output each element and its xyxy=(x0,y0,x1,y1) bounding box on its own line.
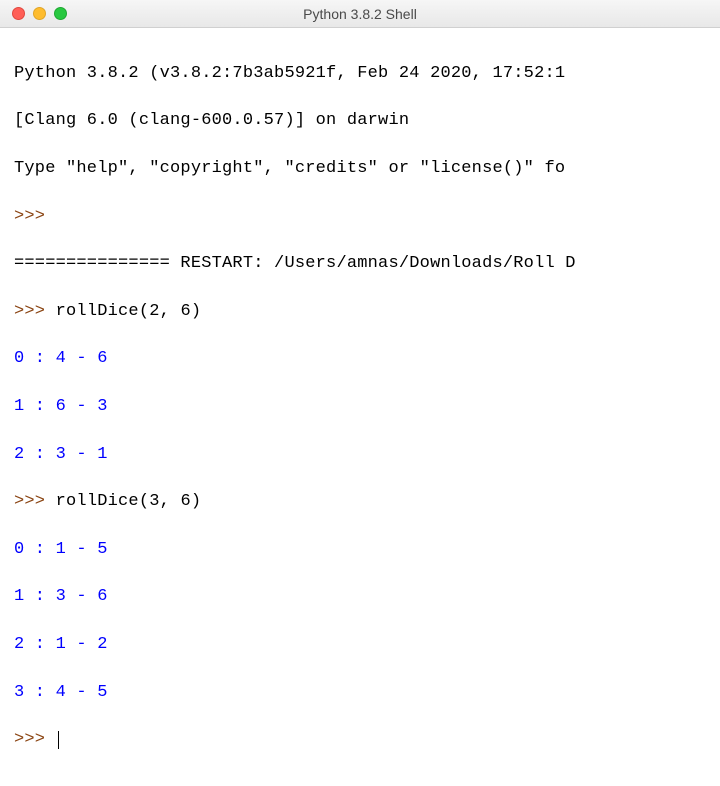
prompt: >>> xyxy=(14,207,45,226)
output-line: 1 : 6 - 3 xyxy=(14,395,706,419)
maximize-icon[interactable] xyxy=(54,7,67,20)
input-text: rollDice(2, 6) xyxy=(45,302,201,321)
banner-line: Type "help", "copyright", "credits" or "… xyxy=(14,157,706,181)
output-line: 0 : 1 - 5 xyxy=(14,538,706,562)
prompt-line[interactable]: >>> xyxy=(14,728,706,752)
output-line: 1 : 3 - 6 xyxy=(14,585,706,609)
prompt-line: >>> xyxy=(14,205,706,229)
traffic-lights xyxy=(12,7,67,20)
input-text: rollDice(3, 6) xyxy=(45,492,201,511)
output-line: 2 : 3 - 1 xyxy=(14,443,706,467)
cursor-icon xyxy=(58,731,60,749)
output-line: 3 : 4 - 5 xyxy=(14,681,706,705)
window-titlebar: Python 3.8.2 Shell xyxy=(0,0,720,28)
close-icon[interactable] xyxy=(12,7,25,20)
banner-line: [Clang 6.0 (clang-600.0.57)] on darwin xyxy=(14,109,706,133)
prompt: >>> xyxy=(14,492,45,511)
window-title: Python 3.8.2 Shell xyxy=(303,6,417,22)
restart-line: =============== RESTART: /Users/amnas/Do… xyxy=(14,252,706,276)
banner-line: Python 3.8.2 (v3.8.2:7b3ab5921f, Feb 24 … xyxy=(14,62,706,86)
terminal-area[interactable]: Python 3.8.2 (v3.8.2:7b3ab5921f, Feb 24 … xyxy=(0,28,720,786)
prompt: >>> xyxy=(14,302,45,321)
input-line: >>> rollDice(3, 6) xyxy=(14,490,706,514)
input-line: >>> rollDice(2, 6) xyxy=(14,300,706,324)
prompt: >>> xyxy=(14,730,45,749)
minimize-icon[interactable] xyxy=(33,7,46,20)
output-line: 0 : 4 - 6 xyxy=(14,347,706,371)
output-line: 2 : 1 - 2 xyxy=(14,633,706,657)
